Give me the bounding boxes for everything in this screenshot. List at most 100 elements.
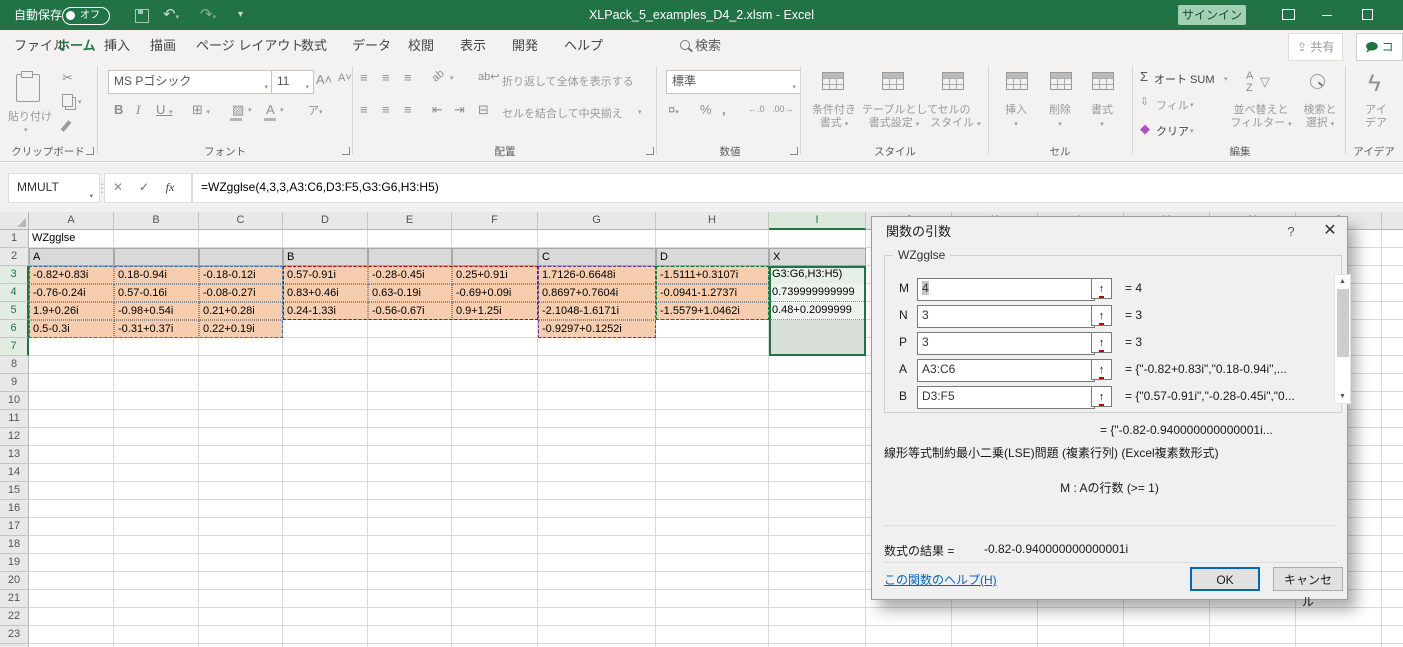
scroll-down-icon[interactable]: ▼ [1335,393,1350,400]
italic-icon[interactable]: I [136,102,140,118]
format-painter-icon[interactable] [60,120,72,132]
format-cells-icon[interactable] [1092,72,1114,90]
clear-icon[interactable]: ◆ [1140,121,1150,137]
autosum-caret-icon[interactable]: ▾ [1224,75,1228,83]
redo-icon[interactable]: ↷▾ [200,0,216,30]
cell-A1[interactable]: WZgglse [29,230,114,248]
tab-data[interactable]: データ [348,30,395,62]
filter-funnel-icon[interactable]: ▽ [1260,74,1270,90]
format-cells-button[interactable]: 書式 ▾ [1086,104,1118,131]
merge-center-icon[interactable]: ⊟ [478,102,489,118]
share-button[interactable]: ⇪ 共有 [1288,33,1344,61]
param-a-input[interactable]: A3:C6 [917,359,1095,382]
row-header-18[interactable]: 18 [0,536,29,554]
underline-icon[interactable]: U ▾ [156,102,173,117]
row-header-10[interactable]: 10 [0,392,29,410]
conditional-formatting-icon[interactable] [822,72,844,90]
decrease-indent-icon[interactable]: ⇤ [432,102,443,118]
cell-C4[interactable]: -0.08-0.27i [199,284,283,302]
row-header-6[interactable]: 6 [0,320,29,338]
formula-input[interactable]: =WZgglse(4,3,3,A3:C6,D3:F5,G3:G6,H3:H5) [192,173,1403,203]
align-bottom-icon[interactable]: ≡ [404,70,412,85]
cell-A5[interactable]: 1.9+0.26i [29,302,114,320]
cell-I2[interactable]: X [769,248,866,266]
row-header-11[interactable]: 11 [0,410,29,428]
font-color-icon[interactable]: A [266,102,275,117]
cut-icon[interactable]: ✂ [62,70,73,86]
row-header-4[interactable]: 4 [0,284,29,302]
format-as-table-button[interactable]: テーブルとして 書式設定 ▾ [862,104,938,131]
cell-I7[interactable] [769,338,866,356]
cell-H3[interactable]: -1.5111+0.3107i [656,266,769,284]
cell-F3[interactable]: 0.25+0.91i [452,266,538,284]
param-p-input[interactable]: 3 [917,332,1095,355]
cell-G6[interactable]: -0.9297+0.1252i [538,320,656,338]
column-header-D[interactable]: D [283,212,368,230]
comments-button[interactable]: 🗩 コメント [1356,33,1403,106]
insert-cells-button[interactable]: 挿入 ▾ [1000,104,1032,131]
ok-button[interactable]: OK [1190,567,1260,591]
cell-C3[interactable]: -0.18-0.12i [199,266,283,284]
cell-E5[interactable]: -0.56-0.67i [368,302,452,320]
cell-C2[interactable] [199,248,283,266]
decrease-decimal-icon[interactable]: .00→ [772,104,794,114]
column-header-I[interactable]: I [769,212,866,230]
cell-A3[interactable]: -0.82+0.83i [29,266,114,284]
row-header-1[interactable]: 1 [0,230,29,248]
font-size-combo[interactable]: 11 ▾ [271,70,314,94]
tab-formulas[interactable]: 数式 [297,30,331,62]
column-header-H[interactable]: H [656,212,769,230]
column-header-E[interactable]: E [368,212,452,230]
fill-caret-icon[interactable]: ▾ [1190,101,1194,109]
row-header-17[interactable]: 17 [0,518,29,536]
cell-D3[interactable]: 0.57-0.91i [283,266,368,284]
cell-B5[interactable]: -0.98+0.54i [114,302,199,320]
alignment-dialog-launcher-icon[interactable] [646,147,654,155]
cell-E2[interactable] [368,248,452,266]
phonetic-guide-icon[interactable]: ア▾ [308,102,323,118]
collapse-dialog-button[interactable]: ↑ [1091,332,1112,353]
bold-icon[interactable]: B [114,102,123,117]
cell-D5[interactable]: 0.24-1.33i [283,302,368,320]
merge-caret-icon[interactable]: ▾ [638,108,642,116]
insert-cells-icon[interactable] [1006,72,1028,90]
cell-I3[interactable]: G3:G6,H3:H5) [769,266,866,284]
param-scrollbar[interactable]: ▲ ▼ [1334,274,1351,404]
scroll-up-icon[interactable]: ▲ [1335,278,1350,285]
cell-A4[interactable]: -0.76-0.24i [29,284,114,302]
cell-B3[interactable]: 0.18-0.94i [114,266,199,284]
fill-button[interactable]: フィル [1156,97,1189,113]
cell-E3[interactable]: -0.28-0.45i [368,266,452,284]
align-middle-icon[interactable]: ≡ [382,70,390,85]
cell-G5[interactable]: -2.1048-1.6171i [538,302,656,320]
paste-icon[interactable] [16,71,40,102]
cell-C5[interactable]: 0.21+0.28i [199,302,283,320]
cell-F5[interactable]: 0.9+1.25i [452,302,538,320]
autosum-icon[interactable]: Σ [1140,69,1148,84]
row-header-7[interactable]: 7 [0,338,29,356]
cell-B6[interactable]: -0.31+0.37i [114,320,199,338]
ideas-lightning-icon[interactable]: ϟ [1368,70,1381,98]
cell-styles-button[interactable]: セルの スタイル ▾ [930,104,981,131]
align-left-icon[interactable]: ≡ [360,102,368,117]
increase-decimal-icon[interactable]: ←.0 [748,104,765,114]
tab-view[interactable]: 表示 [456,30,490,62]
cell-F4[interactable]: -0.69+0.09i [452,284,538,302]
collapse-dialog-button[interactable]: ↑ [1091,278,1112,299]
row-header-16[interactable]: 16 [0,500,29,518]
accounting-format-icon[interactable]: ¤▾ [668,102,679,117]
number-dialog-launcher-icon[interactable] [790,147,798,155]
align-top-icon[interactable]: ≡ [360,70,368,85]
tab-home[interactable]: ホーム [53,30,100,65]
param-m-input[interactable]: 4 [917,278,1095,301]
signin-button[interactable]: サインイン [1178,5,1246,25]
column-header-A[interactable]: A [29,212,114,230]
dialog-help-icon[interactable]: ? [1277,217,1305,247]
tab-page-layout[interactable]: ページ レイアウト [192,30,307,62]
font-dialog-launcher-icon[interactable] [342,147,350,155]
select-all-corner[interactable] [0,212,29,230]
column-header-G[interactable]: G [538,212,656,230]
fill-icon[interactable]: ⇩ [1140,95,1149,108]
merge-center-button[interactable]: セルを結合して中央揃え [502,105,623,121]
cell-B4[interactable]: 0.57-0.16i [114,284,199,302]
